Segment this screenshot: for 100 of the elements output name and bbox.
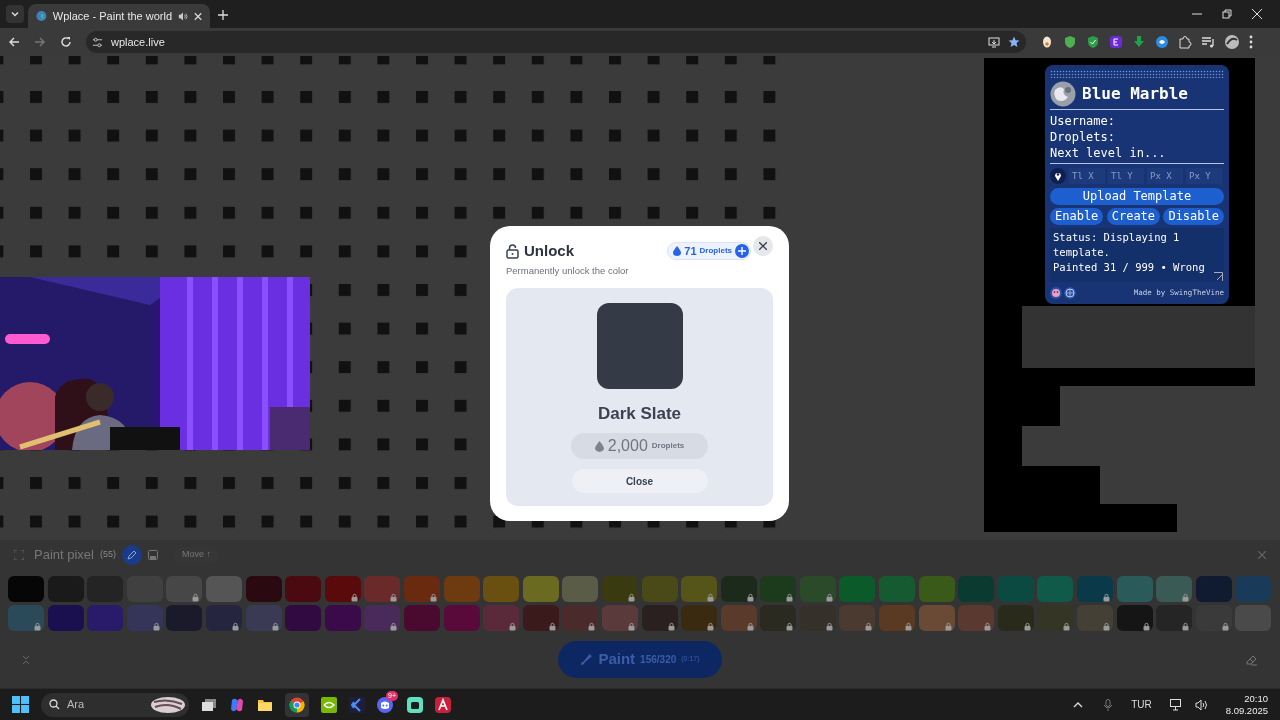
coordinate-field[interactable]: Px X (1147, 168, 1183, 184)
color-swatch[interactable] (1156, 605, 1193, 631)
color-swatch[interactable] (166, 605, 203, 631)
color-swatch[interactable] (443, 605, 480, 631)
color-swatch[interactable] (562, 576, 599, 602)
color-swatch[interactable] (1037, 605, 1074, 631)
color-swatch[interactable] (760, 605, 797, 631)
network-icon[interactable] (1169, 698, 1183, 711)
color-swatch[interactable] (799, 605, 836, 631)
color-swatch[interactable] (245, 576, 282, 602)
color-swatch[interactable] (324, 576, 361, 602)
save-icon[interactable] (148, 550, 158, 560)
color-swatch[interactable] (879, 605, 916, 631)
color-swatch[interactable] (205, 576, 242, 602)
color-swatch[interactable] (958, 605, 995, 631)
task-view-icon[interactable] (201, 696, 217, 713)
color-swatch[interactable] (364, 576, 401, 602)
extension-icon[interactable] (1109, 35, 1123, 49)
color-swatch[interactable] (403, 576, 440, 602)
color-swatch[interactable] (1037, 576, 1074, 602)
color-swatch[interactable] (522, 576, 559, 602)
color-swatch[interactable] (799, 576, 836, 602)
coordinate-field[interactable]: Px Y (1186, 168, 1222, 184)
windows-start-icon[interactable] (12, 696, 29, 713)
puzzle-icon[interactable] (1178, 35, 1192, 49)
chrome-icon[interactable] (285, 692, 309, 717)
download-icon[interactable] (1132, 35, 1146, 49)
color-swatch[interactable] (166, 576, 203, 602)
color-swatch[interactable] (918, 576, 955, 602)
clock-time[interactable]: 20:10 (1244, 692, 1268, 705)
color-swatch[interactable] (997, 576, 1034, 602)
discord-icon[interactable] (377, 696, 393, 713)
color-swatch[interactable] (601, 605, 638, 631)
color-swatch[interactable] (443, 576, 480, 602)
pin-icon[interactable] (1050, 168, 1066, 184)
tab-list-button[interactable] (6, 5, 24, 23)
forward-icon[interactable] (34, 36, 46, 48)
coordinate-field[interactable]: Tl Y (1108, 168, 1144, 184)
color-swatch[interactable] (918, 605, 955, 631)
color-swatch[interactable] (681, 605, 718, 631)
media-icon[interactable] (1201, 35, 1215, 49)
color-swatch[interactable] (958, 576, 995, 602)
nvidia-icon[interactable] (321, 696, 337, 713)
color-swatch[interactable] (483, 605, 520, 631)
install-app-icon[interactable] (988, 36, 1000, 48)
color-swatch[interactable] (483, 576, 520, 602)
shield-icon[interactable] (1063, 35, 1077, 49)
coordinate-field[interactable]: Tl X (1069, 168, 1105, 184)
color-swatch[interactable] (1116, 576, 1153, 602)
clock-date[interactable]: 8.09.2025 (1225, 704, 1268, 717)
color-swatch[interactable] (8, 605, 44, 631)
add-droplets-button[interactable] (735, 244, 749, 259)
color-swatch[interactable] (285, 605, 322, 631)
color-swatch[interactable] (641, 605, 678, 631)
color-swatch[interactable] (1195, 576, 1232, 602)
star-icon[interactable] (1008, 36, 1020, 48)
volume-icon[interactable] (1194, 698, 1208, 711)
close-button[interactable] (753, 236, 773, 257)
copilot-icon[interactable] (229, 696, 245, 713)
language-indicator[interactable]: TUR (1131, 697, 1152, 712)
address-bar[interactable]: wplace.live (86, 31, 1026, 53)
color-swatch[interactable] (839, 576, 876, 602)
code-editor-icon[interactable] (349, 696, 365, 713)
color-swatch[interactable] (1077, 576, 1114, 602)
shield-icon[interactable] (1086, 35, 1100, 49)
color-swatch[interactable] (720, 605, 757, 631)
color-swatch[interactable] (760, 576, 797, 602)
extension-icon[interactable] (1040, 35, 1054, 49)
restore-icon[interactable] (1222, 9, 1232, 19)
template-button[interactable]: Disable (1163, 208, 1224, 225)
color-swatch[interactable] (601, 576, 638, 602)
extension-icon[interactable] (1155, 35, 1169, 49)
resize-handle-icon[interactable] (1214, 272, 1223, 281)
color-swatch[interactable] (364, 605, 401, 631)
color-swatch[interactable] (839, 605, 876, 631)
reload-icon[interactable] (60, 36, 72, 48)
color-swatch[interactable] (997, 605, 1034, 631)
color-swatch[interactable] (522, 605, 559, 631)
color-swatch[interactable] (324, 605, 361, 631)
color-swatch[interactable] (245, 605, 282, 631)
collapse-icon[interactable] (22, 654, 30, 665)
color-swatch[interactable] (126, 605, 163, 631)
color-swatch[interactable] (87, 605, 124, 631)
pencil-button[interactable] (122, 545, 142, 565)
app-icon[interactable] (407, 696, 423, 713)
eraser-icon[interactable] (1246, 653, 1258, 666)
close-dialog-button[interactable]: Close (571, 469, 708, 494)
color-swatch[interactable] (879, 576, 916, 602)
color-swatch[interactable] (403, 605, 440, 631)
color-swatch[interactable] (720, 576, 757, 602)
search-field[interactable]: Ara (41, 692, 189, 717)
browser-tab[interactable]: Wplace - Paint the world (28, 4, 210, 28)
color-swatch[interactable] (47, 576, 84, 602)
color-swatch[interactable] (641, 576, 678, 602)
color-swatch[interactable] (1235, 576, 1272, 602)
color-swatch[interactable] (1116, 605, 1153, 631)
microphone-icon[interactable] (1103, 698, 1114, 711)
profile-icon[interactable] (1224, 34, 1240, 50)
template-button[interactable]: Create (1106, 208, 1161, 225)
color-swatch[interactable] (681, 576, 718, 602)
